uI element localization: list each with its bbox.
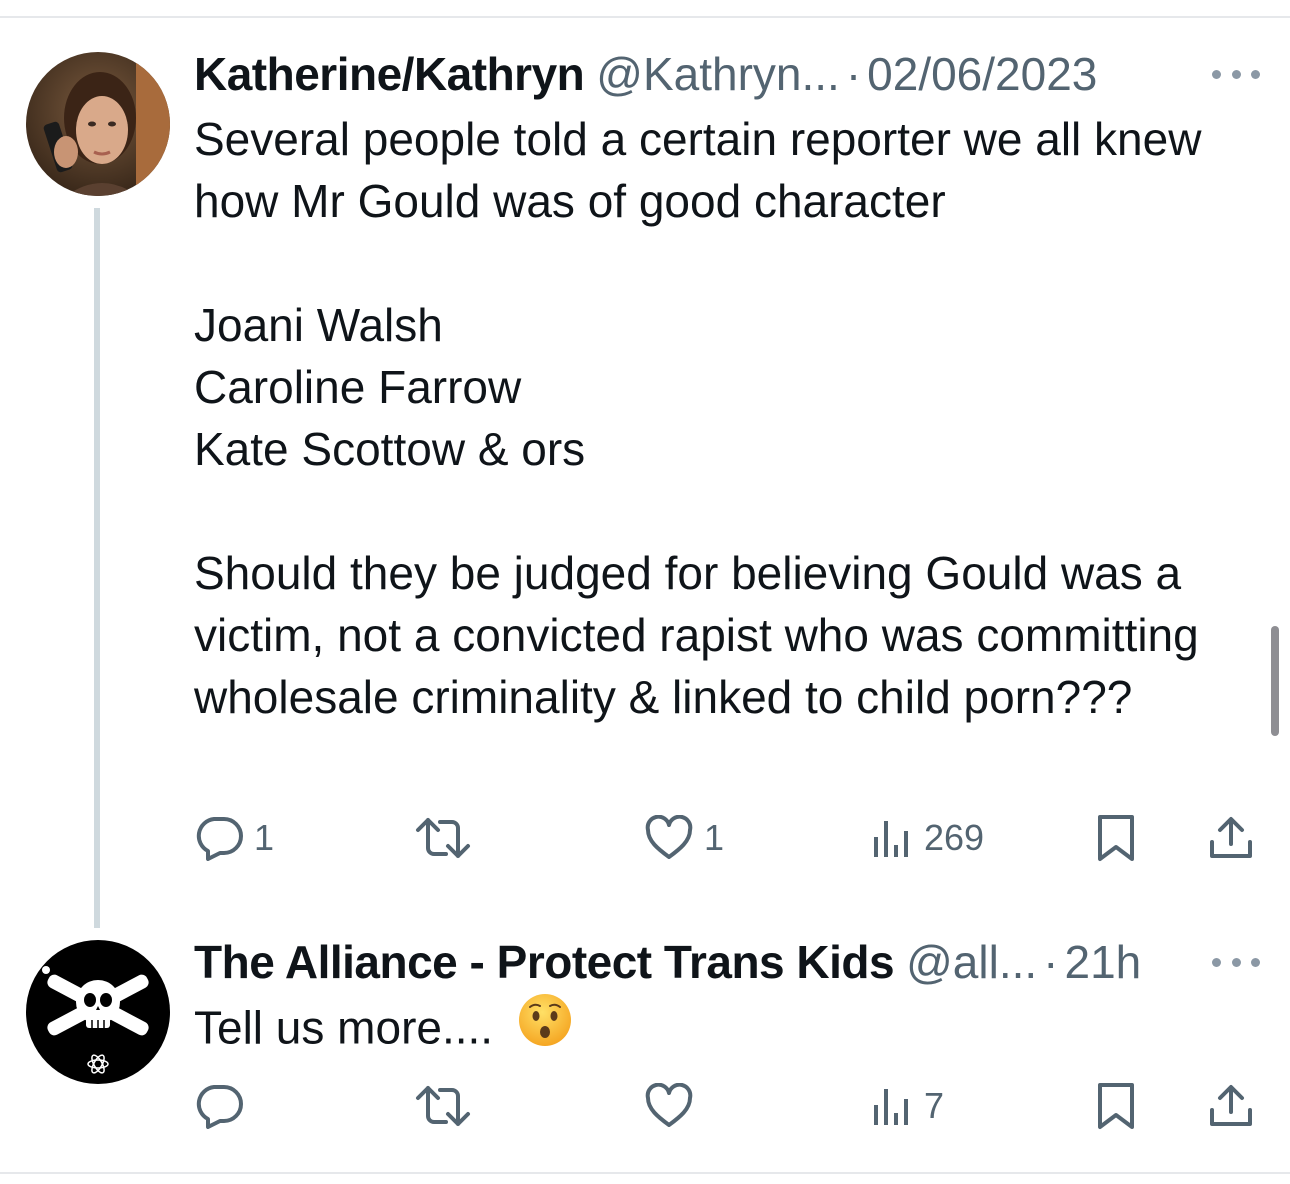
- like-button[interactable]: [644, 1076, 704, 1136]
- skull-crossbones-logo: [26, 940, 170, 1084]
- more-icon[interactable]: [1212, 62, 1260, 86]
- tweet-text-line: Several people told a certain reporter w…: [194, 113, 1215, 227]
- timestamp[interactable]: 21h: [1064, 932, 1141, 992]
- views-button[interactable]: 269: [870, 808, 984, 868]
- heart-icon: [645, 815, 693, 859]
- heart-icon: [645, 1083, 693, 1127]
- like-button[interactable]: 1: [644, 808, 724, 868]
- reply-icon: [196, 817, 243, 861]
- avatar-photo: [26, 52, 170, 196]
- share-icon: [1210, 1085, 1252, 1126]
- scrollbar[interactable]: [1271, 626, 1279, 736]
- tweet-text-line: Should they be judged for believing Goul…: [194, 547, 1212, 723]
- views-icon: [874, 821, 908, 857]
- views-button[interactable]: 7: [870, 1076, 944, 1136]
- reply-button[interactable]: [194, 1076, 254, 1136]
- bookmark-icon: [1098, 1083, 1134, 1129]
- tweet-text: Tell us more....: [194, 994, 1264, 1067]
- reply-button[interactable]: 1: [194, 808, 274, 868]
- dot-separator: ·: [845, 48, 862, 100]
- tweet-text-line: Caroline Farrow: [194, 361, 522, 413]
- more-icon[interactable]: [1212, 950, 1260, 974]
- bookmark-icon: [1098, 815, 1134, 861]
- bookmark-button[interactable]: [1096, 1076, 1136, 1136]
- avatar[interactable]: [26, 52, 170, 196]
- top-divider: [0, 16, 1290, 18]
- retweet-button[interactable]: [414, 1076, 482, 1136]
- avatar[interactable]: [26, 940, 170, 1084]
- tweet-header: The Alliance - Protect Trans Kids @all..…: [194, 932, 1141, 992]
- tweet-text-line: Kate Scottow & ors: [194, 423, 586, 475]
- retweet-button[interactable]: [414, 808, 482, 868]
- view-count: 269: [924, 817, 985, 858]
- display-name[interactable]: The Alliance - Protect Trans Kids: [194, 932, 895, 992]
- reply-icon: [196, 1085, 243, 1129]
- tweet-text-line: Tell us more....: [194, 994, 1264, 1067]
- username-handle[interactable]: @all...: [906, 932, 1037, 992]
- tweet-text: Several people told a certain reporter w…: [194, 108, 1264, 728]
- tweet-actions: 1 1 269: [0, 808, 1290, 868]
- hushed-face-emoji: [517, 992, 573, 1063]
- reply-count: 1: [254, 817, 275, 858]
- share-button[interactable]: [1208, 1076, 1254, 1136]
- tweet-actions: 7: [0, 1076, 1290, 1136]
- like-count: 1: [704, 817, 725, 858]
- tweet-text-line: [194, 480, 1264, 542]
- views-icon: [874, 1089, 908, 1125]
- timestamp[interactable]: 02/06/2023: [867, 44, 1097, 104]
- display-name[interactable]: Katherine/Kathryn: [194, 44, 585, 104]
- username-handle[interactable]: @Kathryn...: [596, 44, 840, 104]
- tweet-text-content: Tell us more....: [194, 1001, 494, 1054]
- dot-separator: ·: [1043, 936, 1059, 988]
- tweet-text-line: Joani Walsh: [194, 299, 443, 351]
- retweet-icon: [416, 818, 470, 858]
- bottom-divider: [0, 1172, 1290, 1174]
- view-count: 7: [924, 1085, 945, 1126]
- share-button[interactable]: [1208, 808, 1254, 868]
- tweet-header: Katherine/Kathryn @Kathryn... · 02/06/20…: [194, 44, 1097, 104]
- retweet-icon: [416, 1086, 470, 1126]
- bookmark-button[interactable]: [1096, 808, 1136, 868]
- tweet-text-line: [194, 232, 1264, 294]
- share-icon: [1210, 817, 1252, 858]
